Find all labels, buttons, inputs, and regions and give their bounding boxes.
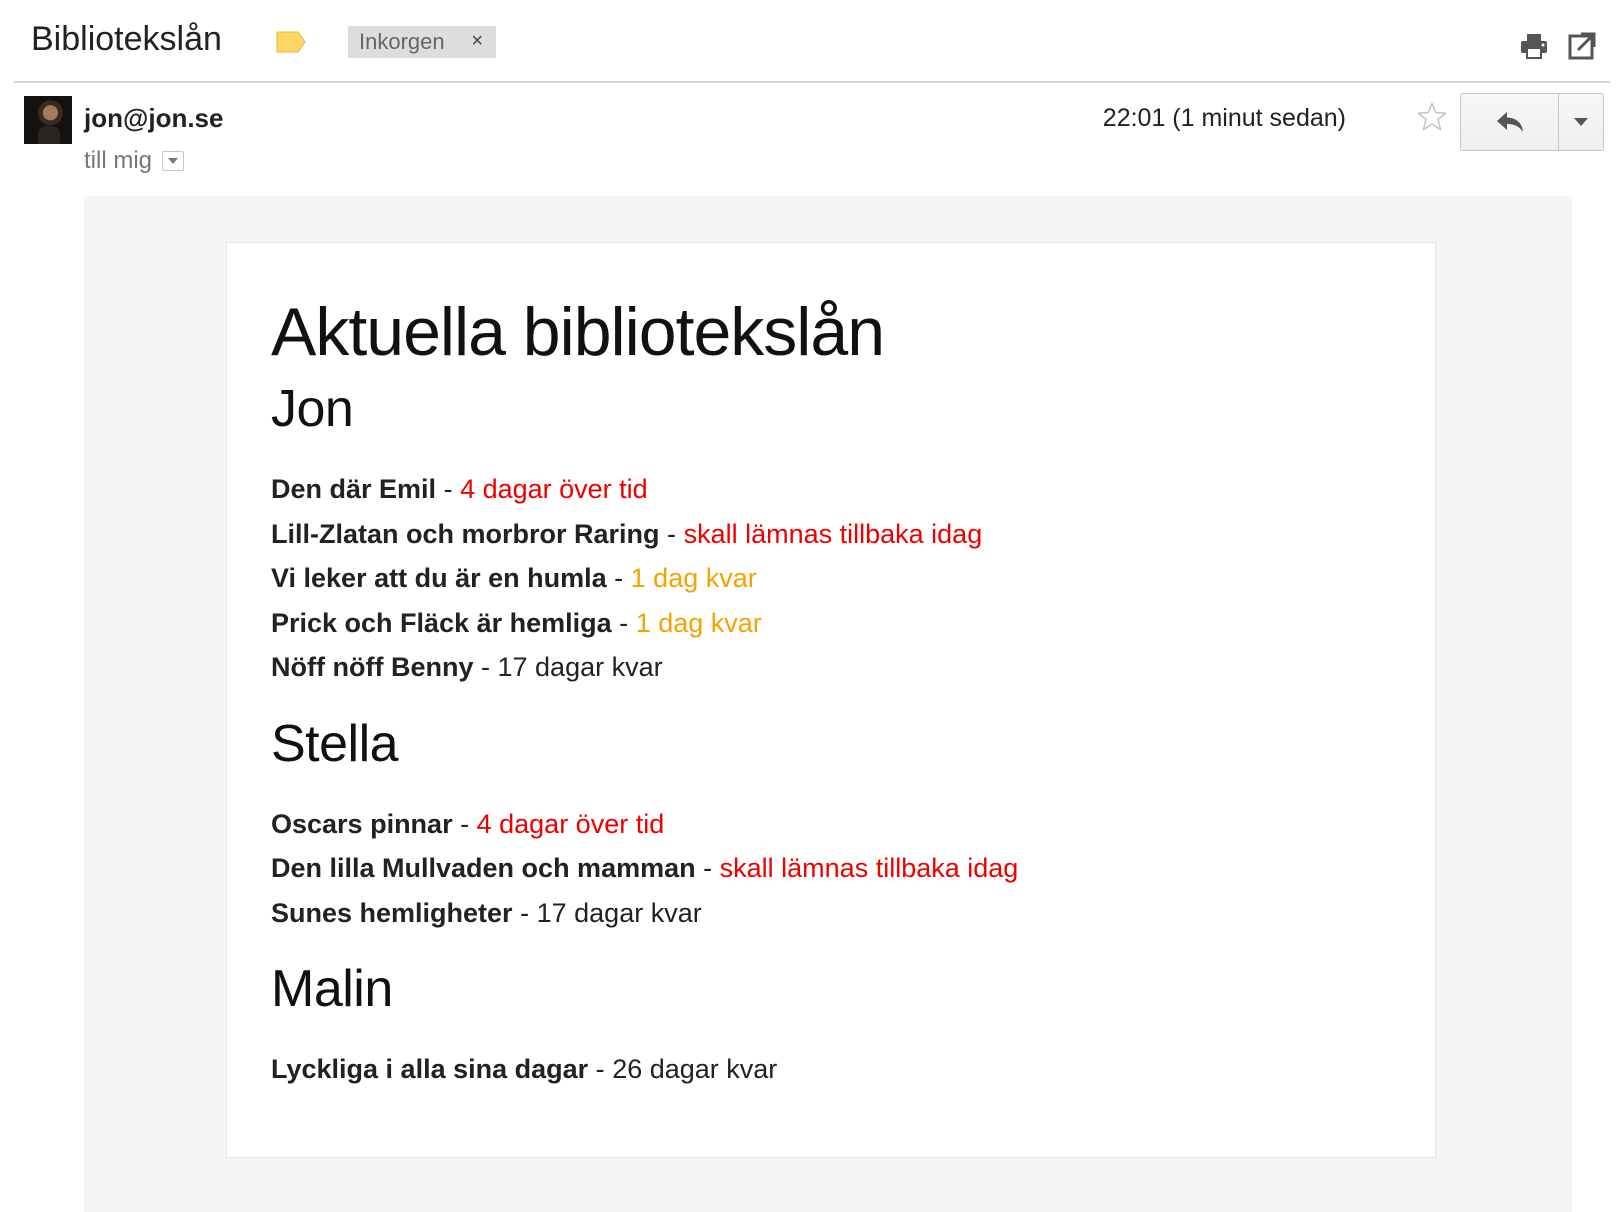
person-section-malin: Malin Lyckliga i alla sina dagar - 26 dag…: [271, 957, 1391, 1092]
sender-name[interactable]: jon@jon.se: [84, 103, 223, 134]
loan-row: Den där Emil - 4 dagar över tid: [271, 467, 1391, 512]
loan-separator: -: [443, 474, 453, 504]
loan-row: Den lilla Mullvaden och mamman - skall l…: [271, 846, 1391, 891]
label-tag-icon[interactable]: [276, 31, 306, 53]
reply-button-group: [1460, 93, 1604, 151]
loan-separator: -: [595, 1054, 605, 1084]
person-section-jon: Jon Den där Emil - 4 dagar över tid Lill-Z…: [271, 377, 1391, 690]
people-list: Jon Den där Emil - 4 dagar över tid Lill-Z…: [271, 377, 1391, 1092]
chevron-down-icon: [1574, 118, 1588, 126]
loan-status: 17 dagar kvar: [536, 897, 702, 928]
person-heading: Stella: [271, 714, 399, 773]
message-body: Aktuella bibliotekslån Jon Den där Emil -…: [84, 196, 1572, 1212]
loan-status: 1 dag kvar: [630, 563, 757, 593]
loan-separator: -: [520, 897, 530, 928]
loan-list: Lyckliga i alla sina dagar - 26 dagar kv…: [271, 1047, 1391, 1092]
star-icon[interactable]: [1416, 101, 1448, 133]
loan-status: 1 dag kvar: [635, 607, 762, 638]
inbox-label-chip[interactable]: Inkorgen ×: [348, 26, 496, 58]
loan-title: Den där Emil: [271, 474, 437, 504]
loan-list: Oscars pinnar - 4 dagar över tid Den lill…: [271, 802, 1391, 936]
person-section-stella: Stella Oscars pinnar - 4 dagar över tid De…: [271, 712, 1391, 936]
subject-bar: Bibliotekslån Inkorgen ×: [14, 0, 1610, 83]
loan-title: Lyckliga i alla sina dagar: [271, 1054, 589, 1084]
loan-row: Oscars pinnar - 4 dagar över tid: [271, 802, 1391, 847]
person-heading: Jon: [271, 380, 354, 438]
loan-separator: -: [619, 607, 629, 638]
loan-row: Vi leker att du är en humla - 1 dag kvar: [271, 556, 1391, 601]
main-heading: Aktuella bibliotekslån: [271, 294, 885, 370]
more-actions-button[interactable]: [1559, 94, 1603, 150]
loan-separator: -: [480, 652, 490, 682]
chevron-down-icon: [168, 158, 179, 164]
loan-status: 17 dagar kvar: [497, 652, 663, 682]
loan-row: Sunes hemligheter - 17 dagar kvar: [271, 891, 1391, 936]
loan-title: Vi leker att du är en humla: [271, 563, 607, 593]
loan-separator: -: [703, 853, 713, 883]
loan-separator: -: [460, 808, 470, 839]
loan-separator: -: [667, 518, 677, 549]
loan-title: Nöff nöff Benny: [271, 652, 474, 682]
loan-row: Prick och Fläck är hemliga - 1 dag kvar: [271, 601, 1391, 646]
message-timestamp[interactable]: 22:01 (1 minut sedan): [1103, 104, 1346, 133]
remove-label-button[interactable]: ×: [471, 30, 483, 53]
email-view: Bibliotekslån Inkorgen × jon@jon.se till…: [0, 0, 1624, 1212]
inbox-label-text: Inkorgen: [359, 29, 445, 54]
loan-row: Lyckliga i alla sina dagar - 26 dagar kv…: [271, 1047, 1391, 1092]
email-subject: Bibliotekslån: [31, 20, 222, 58]
message-card: Aktuella bibliotekslån Jon Den där Emil -…: [226, 242, 1436, 1158]
loan-title: Den lilla Mullvaden och mamman: [271, 853, 696, 883]
show-details-button[interactable]: [162, 151, 185, 171]
loan-summary: Aktuella bibliotekslån Jon Den där Emil -…: [271, 291, 1391, 1092]
avatar[interactable]: [24, 96, 72, 144]
loan-status: 26 dagar kvar: [612, 1054, 778, 1084]
loan-status: 4 dagar över tid: [476, 808, 665, 839]
loan-status: skall lämnas tillbaka idag: [683, 518, 983, 549]
person-heading: Malin: [271, 960, 393, 1018]
reply-button[interactable]: [1461, 94, 1559, 150]
loan-separator: -: [614, 563, 624, 593]
loan-list: Den där Emil - 4 dagar över tid Lill-Zlat…: [271, 467, 1391, 690]
loan-status: skall lämnas tillbaka idag: [719, 853, 1019, 883]
open-new-window-icon[interactable]: [1566, 30, 1598, 62]
loan-title: Oscars pinnar: [271, 808, 453, 839]
loan-row: Nöff nöff Benny - 17 dagar kvar: [271, 645, 1391, 690]
loan-title: Sunes hemligheter: [271, 897, 513, 928]
loan-title: Prick och Fläck är hemliga: [271, 607, 612, 638]
loan-title: Lill-Zlatan och morbror Raring: [271, 518, 660, 549]
loan-status: 4 dagar över tid: [460, 474, 648, 504]
reply-arrow-icon: [1496, 112, 1523, 132]
recipient-text: till mig: [84, 147, 153, 174]
recipient-line: till mig: [84, 146, 185, 176]
loan-row: Lill-Zlatan och morbror Raring - skall l…: [271, 512, 1391, 557]
print-icon[interactable]: [1518, 30, 1550, 62]
